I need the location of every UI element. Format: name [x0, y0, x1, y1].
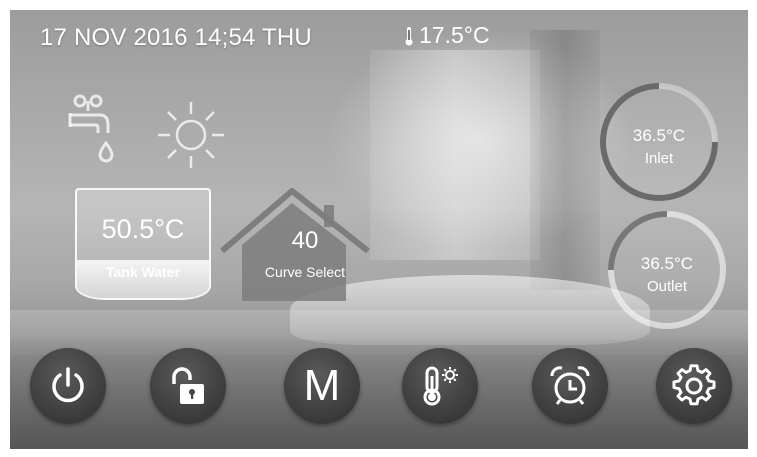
outlet-gauge[interactable]: 36.5°C Outlet: [604, 207, 730, 333]
background-shade: [10, 340, 748, 449]
inlet-gauge[interactable]: 36.5°C Inlet: [596, 79, 722, 205]
settings-button[interactable]: [656, 348, 732, 424]
power-icon: [52, 367, 84, 403]
inlet-temperature: 36.5°C: [632, 126, 686, 145]
mode-button[interactable]: M: [284, 348, 360, 424]
gear-icon: [672, 364, 716, 406]
thermometer-gear-icon: [423, 366, 458, 406]
timer-button[interactable]: [532, 348, 608, 424]
outdoor-temperature-value: 17.5°C: [419, 22, 490, 48]
curve-value: 40: [291, 227, 319, 254]
temperature-settings-button[interactable]: [402, 348, 478, 424]
sun-icon[interactable]: [154, 98, 228, 172]
outlet-temperature: 36.5°C: [640, 254, 694, 273]
background-window: [370, 50, 540, 260]
hot-water-tap-icon[interactable]: [66, 93, 114, 171]
curve-select-tile[interactable]: 40 Curve Select: [220, 187, 370, 305]
datetime-display: 17 NOV 2016 14;54 THU: [40, 24, 312, 51]
alarm-clock-icon: [550, 366, 590, 405]
thermometer-icon: [405, 26, 413, 45]
background-curtain: [530, 30, 600, 290]
inlet-label: Inlet: [644, 150, 674, 167]
curve-label: Curve Select: [264, 264, 346, 280]
outlet-label: Outlet: [646, 278, 688, 295]
lock-button[interactable]: [150, 348, 226, 424]
outdoor-temperature: 17.5°C: [405, 22, 490, 49]
unlock-icon: [172, 367, 204, 404]
tank-water-tile[interactable]: 50.5°C Tank Water: [75, 188, 211, 300]
control-panel-screen: 17 NOV 2016 14;54 THU 17.5°C 50.5°C Tank…: [10, 10, 748, 449]
tank-water-temperature: 50.5°C: [101, 214, 185, 244]
power-button[interactable]: [30, 348, 106, 424]
tank-water-label: Tank Water: [106, 264, 180, 280]
mode-button-label: M: [303, 361, 341, 410]
